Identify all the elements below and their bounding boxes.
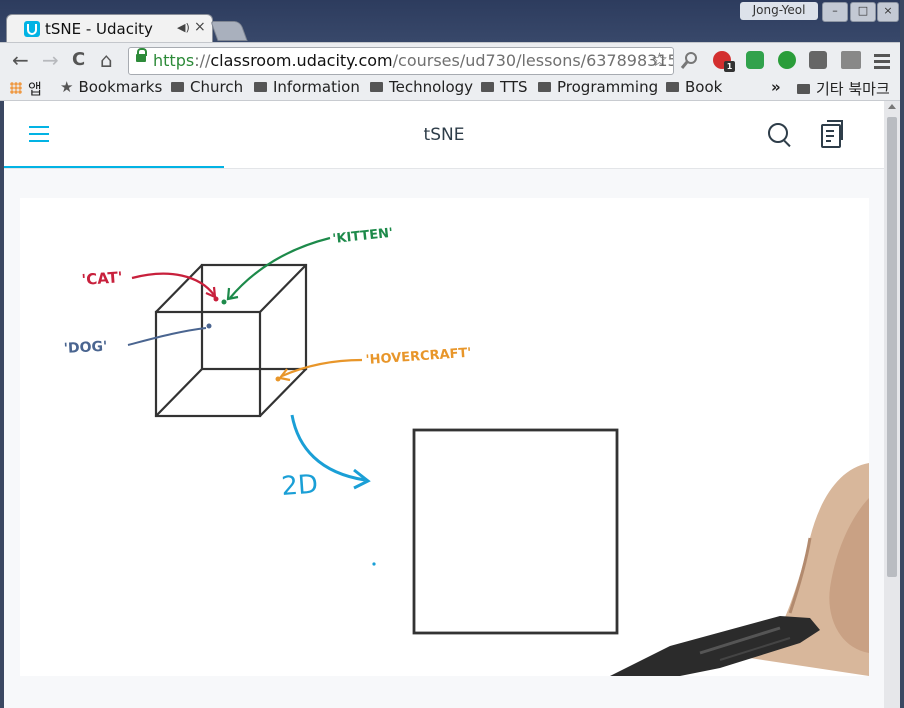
notes-icon[interactable] (821, 120, 843, 148)
star-icon: ★ (60, 78, 74, 96)
bookmark-bookmarks[interactable]: ★ Bookmarks (60, 78, 162, 96)
folder-icon (538, 82, 551, 92)
bookmark-programming[interactable]: Programming (538, 78, 658, 96)
tab-tsne[interactable]: tSNE - Udacity ◀) × (6, 14, 213, 45)
chrome-menu-icon[interactable] (874, 54, 890, 72)
folder-icon (171, 82, 184, 92)
lock-icon (136, 48, 147, 62)
classroom-header: tSNE (4, 101, 884, 169)
bookmark-star-icon[interactable]: ☆ (651, 49, 668, 71)
tab-close-icon[interactable]: × (194, 19, 206, 35)
extension-badge: 1 (724, 61, 735, 72)
bookmark-tts[interactable]: TTS (481, 78, 528, 96)
bookmark-book[interactable]: Book (666, 78, 722, 96)
tab-title: tSNE - Udacity (45, 20, 153, 38)
bookmarks-overflow-button[interactable]: » (771, 78, 781, 96)
camera-extension-icon[interactable] (809, 51, 827, 69)
url-text: https://classroom.udacity.com/courses/ud… (153, 51, 673, 70)
page-viewport: tSNE 'CAT' 'KITTEN' 'DOG' 'HOVERCRAFT' 2… (4, 101, 884, 708)
dog-point (206, 323, 212, 329)
scroll-up-arrow-icon[interactable] (888, 104, 896, 109)
bookmark-information[interactable]: Information (254, 78, 360, 96)
bookmarks-bar: 앱 ★ Bookmarks Church Information Technolo… (0, 76, 904, 101)
close-window-button[interactable]: × (877, 2, 899, 22)
stray-dot (372, 562, 376, 566)
home-button[interactable]: ⌂ (100, 48, 113, 72)
twod-square (412, 428, 619, 635)
scroll-thumb[interactable] (887, 117, 897, 577)
folder-icon (797, 84, 810, 94)
other-bookmarks[interactable]: 기타 북마크 (797, 78, 890, 99)
magnifier-extension-icon[interactable] (680, 50, 700, 70)
label-kitten: 'KITTEN' (332, 226, 394, 247)
netflix-extension-icon[interactable] (841, 51, 861, 69)
apps-grid-icon (10, 82, 22, 94)
label-2d: 2D (280, 470, 319, 502)
id-extension-icon[interactable] (778, 51, 796, 69)
stylus-pen (610, 616, 820, 676)
udacity-logo-icon (24, 21, 40, 37)
maximize-button[interactable]: □ (850, 2, 876, 22)
hangouts-extension-icon[interactable] (746, 51, 764, 69)
apps-shortcut[interactable]: 앱 (10, 78, 42, 99)
bookmark-technology[interactable]: Technology (370, 78, 473, 96)
kitten-point (221, 299, 227, 305)
browser-toolbar: ← → C ⌂ https://classroom.udacity.com/co… (0, 42, 904, 77)
address-bar[interactable]: https://classroom.udacity.com/courses/ud… (128, 47, 674, 75)
whiteboard-drawing: 'CAT' 'KITTEN' 'DOG' 'HOVERCRAFT' 2D (63, 226, 869, 676)
label-cat: 'CAT' (81, 268, 123, 289)
cube-drawing (154, 263, 308, 418)
dog-arrow (127, 327, 207, 346)
reload-button[interactable]: C (72, 49, 85, 70)
minimize-button[interactable]: – (822, 2, 848, 22)
window-border (900, 0, 904, 708)
back-button[interactable]: ← (12, 48, 29, 72)
folder-icon (254, 82, 267, 92)
search-icon[interactable] (768, 123, 788, 143)
folder-icon (666, 82, 679, 92)
label-hovercraft: 'HOVERCRAFT' (365, 346, 472, 368)
forward-button[interactable]: → (42, 48, 59, 72)
audio-icon[interactable]: ◀) (177, 21, 190, 34)
lesson-progress-bar (4, 166, 224, 168)
browser-window: tSNE - Udacity ◀) × Jong-Yeol – □ × ← → … (0, 0, 904, 708)
page-scrollbar[interactable] (884, 101, 900, 708)
folder-icon (481, 82, 494, 92)
video-player[interactable]: 'CAT' 'KITTEN' 'DOG' 'HOVERCRAFT' 2D (20, 198, 869, 676)
new-tab-button[interactable] (210, 21, 248, 41)
profile-button[interactable]: Jong-Yeol (740, 2, 818, 20)
folder-icon (370, 82, 383, 92)
label-dog: 'DOG' (63, 339, 107, 357)
kitten-arrow (229, 236, 331, 299)
title-bar: tSNE - Udacity ◀) × Jong-Yeol – □ × (0, 0, 904, 45)
bookmark-church[interactable]: Church (171, 78, 243, 96)
page-title: tSNE (423, 125, 465, 145)
